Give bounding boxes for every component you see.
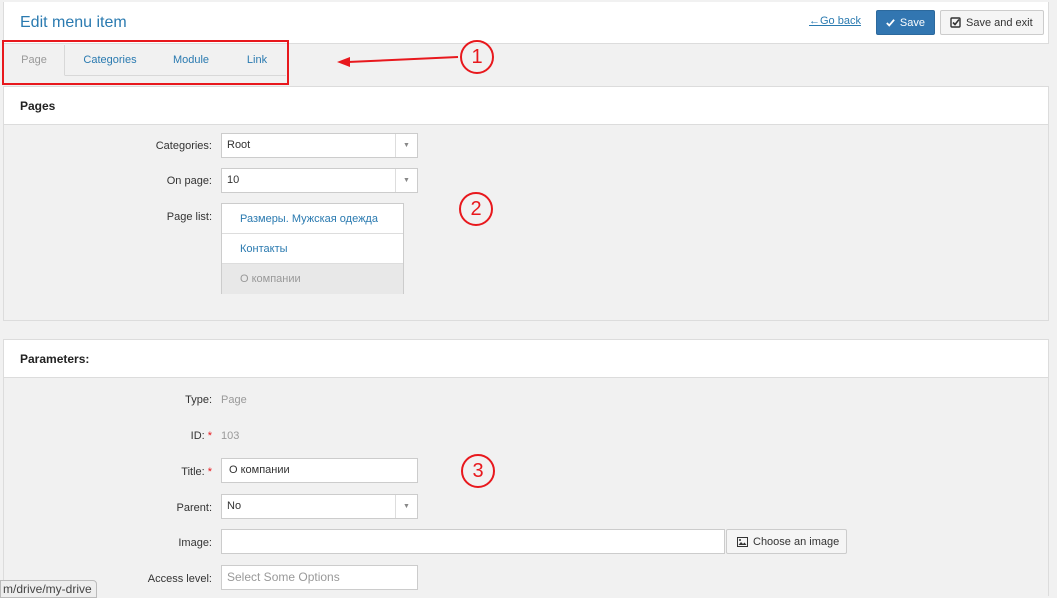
page-title: Edit menu item [20,14,127,31]
access-level-placeholder: Select Some Options [227,570,340,584]
page-header: Edit menu item ←Go back Save Save and ex… [3,2,1049,44]
id-label: ID: * [4,430,212,442]
caret-down-icon: ▼ [395,495,417,518]
page-list-label: Page list: [166,211,212,223]
annotation-marker-2: 2 [459,192,493,226]
type-value: Page [221,394,247,406]
parent-select-value: No [227,500,242,512]
annotation-marker-1: 1 [460,40,494,74]
tab-module[interactable]: Module [165,45,217,76]
id-label-text: ID: [190,430,205,442]
list-item[interactable]: Контакты [222,234,403,264]
annotation-marker-3: 3 [461,454,495,488]
parameters-panel-title: Parameters: [4,340,1048,378]
checkmark-icon [886,18,895,27]
title-input[interactable]: О компании [221,458,418,483]
parent-select[interactable]: No ▼ [221,494,418,519]
pages-panel: Pages Categories: Root ▼ On page: 10 ▼ P… [3,86,1049,321]
pages-panel-title: Pages [4,87,1048,125]
title-label: Title: * [4,466,212,478]
save-and-exit-label: Save and exit [966,16,1033,29]
list-item: О компании [222,264,403,294]
on-page-label: On page: [166,175,212,187]
choose-image-button[interactable]: Choose an image [726,529,847,554]
caret-down-icon: ▼ [395,169,417,192]
categories-select[interactable]: Root ▼ [221,133,418,158]
checkbox-icon [950,17,961,28]
required-mark: * [207,430,212,442]
save-button-label: Save [899,16,925,29]
save-and-exit-button[interactable]: Save and exit [940,10,1044,35]
image-label: Image: [178,537,212,549]
type-label: Type: [185,394,212,406]
status-url: m/drive/my-drive [0,580,97,598]
on-page-select-value: 10 [227,174,240,186]
go-back-link[interactable]: ←Go back [809,15,861,27]
parent-label: Parent: [176,502,212,514]
caret-down-icon: ▼ [395,134,417,157]
image-icon [737,536,748,547]
list-item[interactable]: Размеры. Мужская одежда [222,204,403,234]
on-page-select[interactable]: 10 ▼ [221,168,418,193]
save-button[interactable]: Save [876,10,935,35]
tab-categories[interactable]: Categories [75,45,145,76]
choose-image-label: Choose an image [753,535,840,548]
access-level-select[interactable]: Select Some Options [221,565,418,590]
required-mark: * [207,466,212,478]
tab-bar: Page Categories Module Link [3,45,286,76]
tab-page[interactable]: Page [3,45,65,76]
categories-label: Categories: [155,140,212,152]
image-input[interactable] [221,529,725,554]
categories-select-value: Root [227,139,251,151]
id-value: 103 [221,430,240,442]
tab-link[interactable]: Link [239,45,275,76]
page-list: Размеры. Мужская одежда Контакты О компа… [221,203,404,294]
title-label-text: Title: [181,466,205,478]
parameters-panel: Parameters: Type: Page ID: * 103 Title: * … [3,339,1049,596]
